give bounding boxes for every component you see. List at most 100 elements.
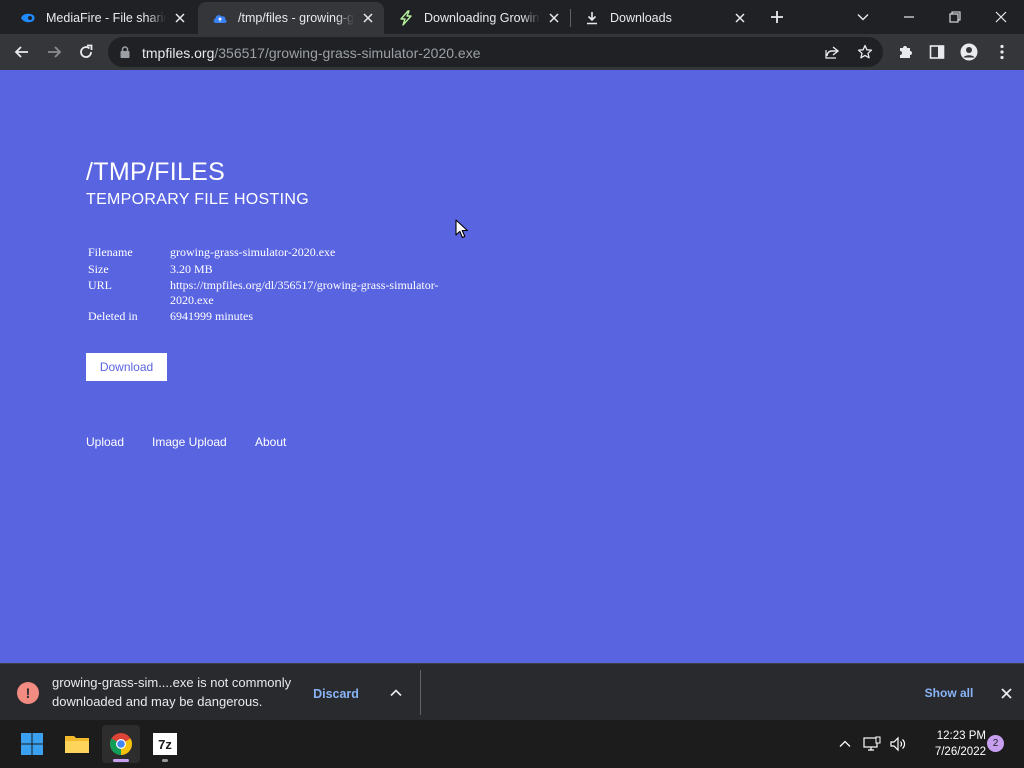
share-icon	[825, 46, 840, 59]
close-window-button[interactable]	[987, 4, 1015, 30]
close-shelf-button[interactable]	[996, 683, 1016, 703]
tab-tmpfiles[interactable]: /tmp/files - growing-grass	[198, 2, 384, 34]
table-row: Filename growing-grass-simulator-2020.ex…	[86, 244, 448, 261]
table-row: Deleted in 6941999 minutes	[86, 308, 448, 325]
network-button[interactable]	[862, 734, 882, 754]
upload-link[interactable]: Upload	[86, 435, 124, 449]
profile-icon	[960, 43, 978, 61]
chevron-down-icon	[857, 14, 869, 21]
tab-downloading-growing[interactable]: Downloading Growing	[384, 2, 570, 34]
tab-mediafire[interactable]: MediaFire - File sharing	[6, 2, 196, 34]
reload-button[interactable]	[72, 38, 100, 66]
filename-label: Filename	[88, 245, 133, 259]
tab-search-button[interactable]	[849, 4, 877, 30]
speaker-icon	[890, 736, 906, 752]
about-link[interactable]: About	[255, 435, 286, 449]
tab-strip: MediaFire - File sharing /tmp/files - gr…	[0, 0, 1024, 34]
puzzle-icon	[900, 46, 912, 58]
warning-icon: !	[17, 682, 39, 704]
divider	[420, 670, 421, 715]
filename-value: growing-grass-simulator-2020.exe	[170, 245, 336, 259]
clock-time: 12:23 PM	[936, 730, 986, 742]
file-info-table: Filename growing-grass-simulator-2020.ex…	[86, 244, 448, 325]
close-icon	[1000, 687, 1012, 699]
web-page: /TMP/FILES TEMPORARY FILE HOSTING Filena…	[0, 70, 1024, 663]
svg-text:7z: 7z	[158, 737, 172, 752]
address-bar[interactable]: tmpfiles.org/356517/growing-grass-simula…	[108, 37, 883, 67]
volume-button[interactable]	[888, 734, 908, 754]
url-label: URL	[88, 278, 112, 292]
start-button[interactable]	[13, 725, 51, 763]
close-tab-icon[interactable]	[732, 10, 748, 26]
new-tab-button[interactable]	[763, 4, 791, 30]
menu-button[interactable]	[988, 38, 1016, 66]
download-icon	[584, 10, 600, 26]
site-subtitle: TEMPORARY FILE HOSTING	[86, 191, 309, 208]
file-explorer-button[interactable]	[58, 725, 96, 763]
discard-button[interactable]: Discard	[308, 684, 364, 704]
tab-title: MediaFire - File sharing	[46, 11, 166, 25]
windows-taskbar: 7z 12:23 PM 7/26/2022 2	[0, 720, 1024, 768]
growing-bolt-icon	[398, 10, 414, 26]
mouse-cursor-icon	[455, 219, 468, 239]
back-button[interactable]	[8, 38, 36, 66]
restore-button[interactable]	[941, 4, 969, 30]
image-upload-link[interactable]: Image Upload	[152, 435, 227, 449]
arrow-left-icon	[14, 46, 28, 58]
close-tab-icon[interactable]	[172, 10, 188, 26]
restore-icon	[949, 11, 961, 23]
tab-title: Downloads	[610, 11, 672, 25]
table-row: URL https://tmpfiles.org/dl/356517/growi…	[86, 277, 448, 308]
close-tab-icon[interactable]	[546, 10, 562, 26]
profile-button[interactable]	[955, 38, 983, 66]
url-value: https://tmpfiles.org/dl/356517/growing-g…	[170, 278, 439, 307]
plus-icon	[771, 11, 783, 23]
chevron-up-icon	[839, 740, 851, 747]
tab-downloads[interactable]: Downloads	[570, 2, 756, 34]
download-options-button[interactable]	[387, 684, 405, 702]
browser-toolbar: tmpfiles.org/356517/growing-grass-simula…	[0, 34, 1024, 70]
forward-button[interactable]	[40, 38, 68, 66]
minimize-icon	[904, 16, 914, 18]
kebab-menu-icon	[1000, 44, 1004, 60]
show-all-button[interactable]: Show all	[916, 684, 982, 702]
download-shelf: ! growing-grass-sim....exe is not common…	[0, 663, 1024, 720]
chrome-taskbar-button[interactable]	[102, 725, 140, 763]
side-panel-button[interactable]	[923, 38, 951, 66]
deleted-label: Deleted in	[88, 309, 138, 323]
close-icon	[995, 11, 1007, 23]
share-button[interactable]	[820, 40, 844, 64]
table-row: Size 3.20 MB	[86, 261, 448, 278]
file-explorer-icon	[65, 736, 89, 753]
arrow-right-icon	[48, 46, 62, 58]
size-value: 3.20 MB	[170, 261, 213, 276]
chrome-icon	[110, 733, 132, 755]
site-title: /TMP/FILES	[86, 158, 226, 186]
active-indicator	[113, 759, 129, 762]
extensions-button[interactable]	[891, 38, 919, 66]
start-icon	[21, 733, 43, 755]
download-warning-text: growing-grass-sim....exe is not commonly…	[52, 675, 292, 709]
tmpfiles-cloud-icon	[212, 10, 228, 26]
url-host: tmpfiles.org	[142, 45, 215, 61]
reload-icon	[80, 44, 93, 58]
chevron-up-icon	[390, 689, 402, 697]
lock-icon[interactable]	[118, 45, 132, 59]
bookmark-button[interactable]	[853, 40, 877, 64]
tab-title: /tmp/files - growing-grass	[238, 11, 354, 25]
taskbar-clock[interactable]: 12:23 PM 7/26/2022	[916, 728, 986, 760]
close-tab-icon[interactable]	[360, 10, 376, 26]
7zip-icon: 7z	[153, 733, 177, 755]
tray-overflow-button[interactable]	[835, 734, 855, 754]
7zip-button[interactable]: 7z	[146, 725, 184, 763]
side-panel-icon	[929, 45, 945, 59]
deleted-value: 6941999 minutes	[170, 309, 253, 323]
running-indicator	[162, 759, 168, 762]
notification-badge[interactable]: 2	[987, 735, 1004, 752]
download-button[interactable]: Download	[86, 353, 167, 381]
url-text[interactable]: tmpfiles.org/356517/growing-grass-simula…	[142, 45, 481, 61]
star-icon	[857, 44, 873, 59]
size-label: Size	[88, 261, 109, 276]
tab-title: Downloading Growing	[424, 11, 540, 25]
minimize-button[interactable]	[895, 4, 923, 30]
